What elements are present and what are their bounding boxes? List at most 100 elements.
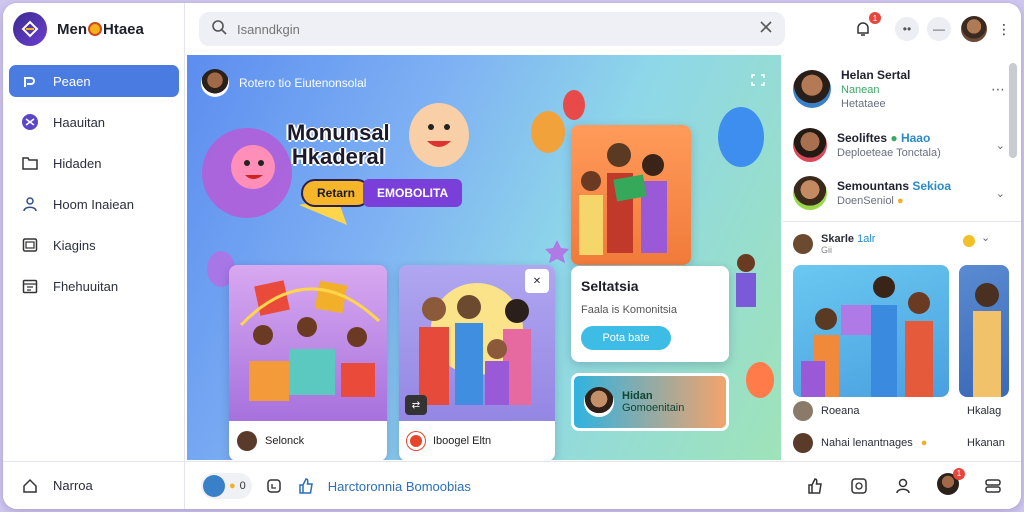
sidebar-item-folders[interactable]: Hidaden [9,147,179,179]
reactions-chip[interactable]: ● 0 [201,473,252,499]
profile-chip[interactable]: Hidan Gomoenitain [571,373,729,431]
sidebar-item-home[interactable]: Peaen [9,65,179,97]
media-card[interactable]: ✕ ⇄ Iboogel Eltn [399,265,555,460]
more-icon[interactable]: ⋯ [991,81,1005,98]
more-options-button[interactable]: •• [895,17,919,41]
app-window: Men Htaea Peaen Haauitan Hidaden Hoom In… [3,3,1021,509]
media-card-footer: Iboogel Eltn [399,421,555,460]
notifications-button[interactable]: 1 [851,12,881,41]
sidebar-item-discover[interactable]: Haauitan [9,106,179,138]
contact-name-text: Semountans [837,179,910,193]
thumbs-up-icon[interactable] [296,476,316,496]
conversation-item[interactable]: Helan Sertal Nanean Hetataee ⋯ [793,65,1005,113]
feed-author[interactable]: Skarle [821,233,854,245]
folder-icon [21,154,39,172]
reaction-avatar [203,475,225,497]
hero-primary-button[interactable]: Retarn [301,179,372,207]
feed-author-sub: Gii [821,245,832,255]
sidebar-item-windows[interactable]: Kiagins [9,229,179,261]
feed-caption-row: Roeana [793,401,860,421]
home-outline-icon [21,477,39,495]
close-card-icon[interactable]: ✕ [525,269,549,293]
minimize-button[interactable]: — [927,17,951,41]
brand[interactable]: Men Htaea [13,11,144,47]
feed-caption: Hkanan [967,437,1005,449]
kebab-menu-icon[interactable]: ⋮ [997,21,1011,38]
calendar-icon [21,277,39,295]
conversation-item[interactable]: Seoliftes ● Haao Deploeteae Tonctala) ⌄ [793,121,1005,169]
contact-subtitle: Hetataee [841,98,886,110]
user-icon [21,195,39,213]
kid-illustration [731,251,761,311]
sidebar-footer-item[interactable]: Narroa [3,461,185,509]
media-card-footer: Selonck [229,421,387,460]
info-card-button[interactable]: Pota bate [581,326,671,350]
sidebar-footer-label: Narroa [53,478,93,493]
feed-author-avatar[interactable] [793,234,813,254]
search-input[interactable] [237,21,749,37]
layers-icon[interactable] [983,476,1003,496]
profile-icon[interactable] [893,476,913,496]
emoji-icon[interactable] [963,235,975,247]
window-icon [21,236,39,254]
right-panel: Helan Sertal Nanean Hetataee ⋯ Seoliftes… [783,55,1021,460]
contact-subtitle: Deploeteae Tonctala) [837,147,941,159]
post-author-name[interactable]: Rotero tio Eiutenonsolal [239,76,366,90]
feed-image[interactable] [959,265,1009,397]
sidebar-item-members[interactable]: Hoom Inaiean [9,188,179,220]
contact-subtitle: DoenSeniol ● [837,195,986,207]
conversation-item[interactable]: Semountans Sekioa DoenSeniol ● ⌄ [793,169,1005,217]
sidebar-nav: Peaen Haauitan Hidaden Hoom Inaiean Kiag… [9,65,179,311]
profile-button[interactable]: 1 [937,467,965,500]
feature-image[interactable] [571,125,691,265]
chevron-down-icon[interactable]: ⌄ [996,139,1005,152]
hero-title: Monunsal Hkaderal [287,121,390,169]
person-illustration [973,283,1001,397]
caption-avatar [793,401,813,421]
media-card-caption: Iboogel Eltn [433,435,492,447]
notification-badge: 1 [869,12,881,24]
contact-name-badge: Haao [900,131,931,145]
sidebar-item-label: Fhehuuitan [53,278,119,294]
user-avatar[interactable] [959,14,989,44]
search-bar[interactable] [199,12,785,46]
sidebar-item-label: Haauitan [53,114,106,130]
like-icon[interactable] [805,476,825,496]
contact-name: Semountans Sekioa [837,179,986,193]
media-card[interactable]: Selonck [229,265,387,460]
feed-caption: Hkalag [967,405,1002,417]
chevron-down-icon[interactable]: ⌄ [996,187,1005,200]
feed-image[interactable] [793,265,949,397]
info-card-subtitle: Faala is Komonitsia [581,304,677,316]
hero-secondary-button[interactable]: EMOBOLITA [363,179,463,207]
contact-avatar [793,176,827,210]
scrollbar[interactable] [1009,63,1017,158]
divider [783,221,1021,222]
search-icon [211,19,227,40]
post-author-avatar[interactable] [201,69,229,97]
shuffle-icon[interactable]: ⇄ [405,395,427,415]
profile-chip-sub: Gomoenitain [622,402,685,414]
group-illustration [801,276,933,397]
bottom-bar-left: ● 0 Harctoronnia Bomoobias [201,472,471,500]
info-card: Seltatsia Faala is Komonitsia Pota bate [571,266,729,362]
hand-icon: ● [920,437,928,449]
sidebar-item-schedule[interactable]: Fhehuuitan [9,270,179,302]
topbar-actions: 1 •• — ⋮ [851,12,1011,45]
sidebar-item-label: Hidaden [53,155,102,171]
sticker-icon[interactable] [849,476,869,496]
party-illustration [239,280,381,401]
shield-icon[interactable] [264,476,284,496]
bottom-link[interactable]: Harctoronnia Bomoobias [328,479,471,494]
feed-caption: Roeana [821,405,860,417]
clear-search-icon[interactable] [759,20,773,39]
contact-name-text: Seoliftes [837,131,888,145]
topbar: 1 •• — ⋮ [185,3,1021,55]
chevron-down-icon[interactable]: ⌄ [981,231,990,244]
expand-icon[interactable] [751,73,765,91]
app-title-part1: Men [57,20,87,38]
feed-caption: Nahai lenantnages [821,437,913,449]
contact-name: Seoliftes ● Haao [837,131,986,145]
post-header: Rotero tio Eiutenonsolal [201,69,366,97]
compass-icon [21,113,39,131]
